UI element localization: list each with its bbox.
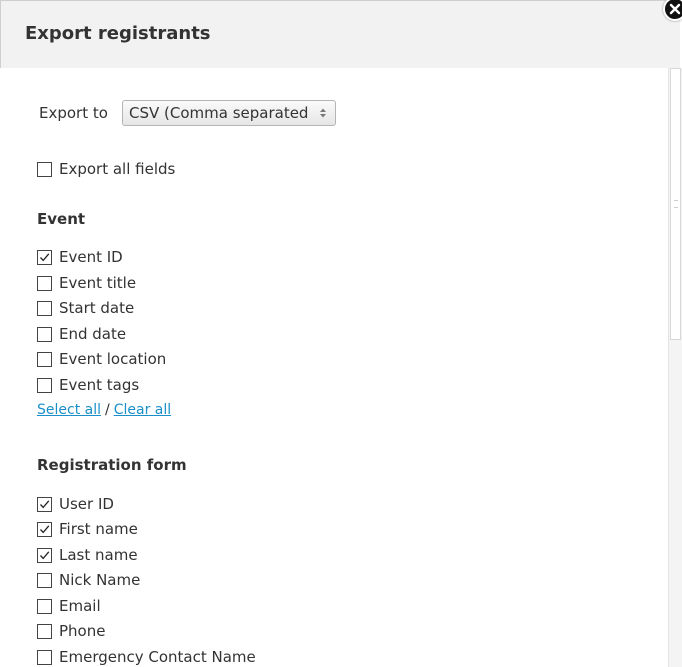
event-field-label: Event tags [59,376,140,394]
registration-field-label: Nick Name [59,571,141,589]
select-arrows-icon [320,108,326,118]
checkmark-icon [40,551,50,560]
checkmark-icon [40,525,50,534]
close-icon [669,3,681,15]
registration-field-checkbox[interactable] [37,599,52,614]
registration-field-checkbox[interactable] [37,573,52,588]
event-field-checkbox[interactable] [37,276,52,291]
registration-field-label: Last name [59,546,138,564]
dialog-title: Export registrants [25,23,211,44]
event-section-heading: Event [37,210,86,228]
registration-field-label: Emergency Contact Name [59,648,256,666]
link-separator: / [105,402,110,418]
export-format-value: CSV (Comma separated [129,104,309,122]
checkmark-icon [40,253,50,262]
registration-section-heading: Registration form [37,456,187,474]
registration-field-label: Phone [59,622,106,640]
event-select-links: Select all / Clear all [37,402,171,418]
export-to-label: Export to [39,104,108,122]
clear-all-link[interactable]: Clear all [114,402,171,418]
registration-field-checkbox[interactable] [37,624,52,639]
event-field-label: Event location [59,350,167,368]
registration-field-label: User ID [59,495,114,513]
event-field-checkbox[interactable] [37,301,52,316]
event-field-label: Start date [59,299,135,317]
event-field-checkbox[interactable] [37,378,52,393]
export-registrants-dialog: Export registrants Export to CSV (Comma … [0,0,682,667]
dialog-content: Export to CSV (Comma separated Export al… [0,68,668,667]
content-scrollbar[interactable] [668,68,682,667]
export-all-label: Export all fields [59,160,176,178]
registration-field-label: First name [59,520,138,538]
event-field-checkbox[interactable] [37,327,52,342]
checkmark-icon [40,500,50,509]
select-all-link[interactable]: Select all [37,402,101,418]
dialog-header: Export registrants [0,0,680,68]
export-format-select[interactable]: CSV (Comma separated [122,100,336,126]
registration-field-checkbox[interactable] [37,650,52,665]
registration-field-checkbox[interactable] [37,548,52,563]
registration-field-checkbox[interactable] [37,522,52,537]
event-field-label: Event ID [59,248,123,266]
event-field-label: Event title [59,274,137,292]
event-field-checkbox[interactable] [37,352,52,367]
registration-field-checkbox[interactable] [37,497,52,512]
scrollbar-thumb[interactable] [670,68,681,340]
scrollbar-grip-icon [674,200,678,208]
event-field-label: End date [59,325,127,343]
event-field-checkbox[interactable] [37,250,52,265]
export-all-checkbox[interactable] [37,162,52,177]
registration-field-label: Email [59,597,101,615]
